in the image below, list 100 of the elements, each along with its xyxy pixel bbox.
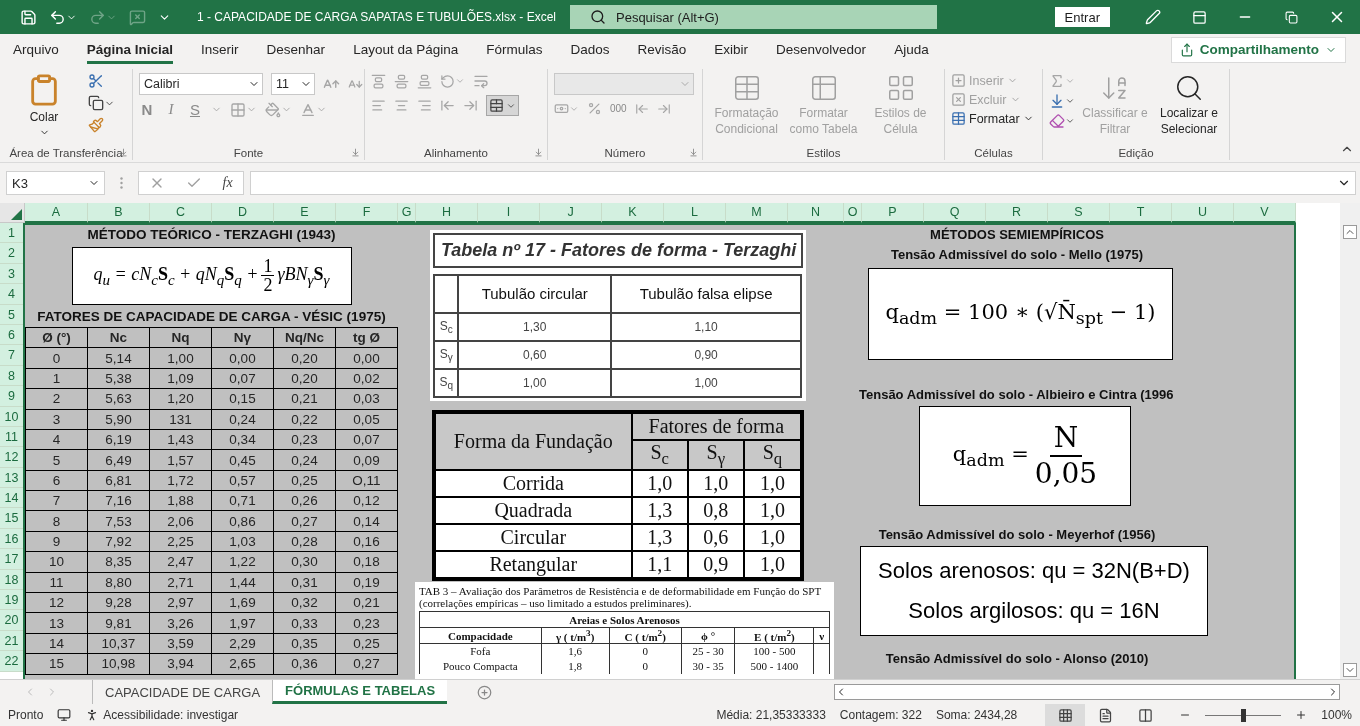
decimal-decrease-icon[interactable] — [656, 101, 671, 116]
align-top-icon[interactable] — [371, 73, 386, 89]
row-header[interactable]: 8 — [0, 365, 23, 387]
column-header[interactable]: J — [540, 203, 602, 223]
comment-icon[interactable] — [129, 8, 146, 26]
menu-tab[interactable]: Inserir — [201, 35, 239, 64]
thousands-button[interactable]: 000 — [610, 103, 627, 114]
dialog-launcher-icon[interactable] — [689, 148, 698, 157]
column-header[interactable]: D — [212, 203, 274, 223]
row-header[interactable]: 1 — [0, 223, 23, 244]
dialog-launcher-icon[interactable] — [534, 148, 543, 157]
row-header[interactable]: 15 — [0, 508, 23, 529]
percent-icon[interactable] — [587, 101, 602, 116]
row-header[interactable]: 11 — [0, 426, 23, 448]
format-painter-icon[interactable] — [88, 117, 104, 133]
column-header[interactable]: K — [602, 203, 664, 223]
column-header[interactable]: S — [1048, 203, 1110, 223]
formula-input[interactable] — [250, 171, 1356, 195]
page-layout-icon[interactable] — [1097, 707, 1113, 723]
align-right-icon[interactable] — [417, 98, 432, 113]
sheet-tab[interactable]: FÓRMULAS E TABELAS — [272, 680, 448, 704]
column-header[interactable]: N — [788, 203, 844, 223]
column-header[interactable]: E — [274, 203, 336, 223]
row-header[interactable]: 10 — [0, 406, 23, 427]
dialog-launcher-icon[interactable] — [351, 148, 360, 157]
font-name-field[interactable]: Calibri — [139, 73, 263, 95]
row-header[interactable]: 9 — [0, 386, 23, 407]
menu-tab[interactable]: Desenhar — [266, 35, 326, 64]
row-header[interactable]: 20 — [0, 610, 23, 631]
column-header[interactable]: L — [664, 203, 726, 223]
align-middle-icon[interactable] — [394, 73, 409, 89]
row-header[interactable]: 7 — [0, 345, 23, 366]
align-left-icon[interactable] — [371, 98, 386, 113]
column-header[interactable]: C — [150, 203, 212, 223]
borders-icon[interactable] — [230, 101, 246, 118]
normal-view-icon[interactable] — [1057, 707, 1073, 723]
macro-icon[interactable] — [57, 708, 72, 722]
column-header[interactable]: F — [336, 203, 398, 223]
row-header[interactable]: 12 — [0, 447, 23, 468]
row-header[interactable]: 21 — [0, 630, 23, 652]
menu-tab[interactable]: Desenvolvedor — [776, 35, 867, 64]
accounting-icon[interactable] — [554, 101, 569, 116]
row-header[interactable]: 14 — [0, 488, 23, 509]
menu-tab[interactable]: Arquivo — [13, 35, 59, 64]
insert-function-button[interactable]: fx — [222, 175, 233, 191]
align-center-icon[interactable] — [394, 98, 409, 113]
row-header[interactable]: 4 — [0, 284, 23, 305]
caret-icon[interactable] — [455, 76, 465, 86]
zoom-thumb[interactable] — [1241, 708, 1247, 722]
row-header[interactable]: 18 — [0, 569, 23, 591]
menu-tab[interactable]: Página Inicial — [86, 35, 174, 64]
zoom-in-icon[interactable] — [1295, 709, 1308, 721]
view-button[interactable] — [1045, 704, 1086, 726]
font-color-icon[interactable] — [300, 101, 316, 118]
save-icon[interactable] — [20, 8, 37, 26]
fill-color-icon[interactable] — [265, 101, 281, 118]
menu-tab[interactable]: Fórmulas — [486, 35, 543, 64]
row-header[interactable]: 5 — [0, 304, 23, 325]
merge-button[interactable] — [486, 95, 519, 116]
row-header[interactable]: 19 — [0, 590, 23, 611]
column-header[interactable]: G — [398, 203, 416, 223]
column-header[interactable]: B — [88, 203, 150, 223]
menu-tab[interactable]: Exibir — [714, 35, 749, 64]
row-header[interactable]: 2 — [0, 243, 23, 264]
ribbon-display-icon[interactable] — [1191, 9, 1207, 25]
column-header[interactable]: U — [1172, 203, 1234, 223]
copy-icon[interactable] — [88, 95, 104, 111]
paste-button[interactable]: Colar — [6, 73, 82, 138]
row-header[interactable]: 13 — [0, 467, 23, 489]
column-header[interactable]: V — [1234, 203, 1296, 223]
row-header[interactable]: 6 — [0, 324, 23, 346]
fill-icon[interactable] — [1049, 93, 1065, 109]
decimal-increase-icon[interactable] — [634, 101, 649, 116]
row-header[interactable]: 16 — [0, 528, 23, 550]
column-header[interactable]: O — [844, 203, 862, 223]
menu-tab[interactable]: Dados — [570, 35, 610, 64]
column-header[interactable]: H — [416, 203, 478, 223]
underline-button[interactable]: S — [187, 101, 203, 118]
column-header[interactable]: T — [1110, 203, 1172, 223]
editing-button[interactable]: Localizar e Selecionar — [1155, 73, 1223, 137]
font-size-field[interactable]: 11 — [271, 73, 315, 95]
share-button[interactable]: Compartilhamento — [1170, 36, 1346, 63]
add-sheet-icon[interactable] — [477, 684, 493, 700]
orientation-icon[interactable] — [440, 73, 455, 89]
increase-indent-icon[interactable] — [463, 98, 478, 113]
name-box[interactable]: K3 — [6, 171, 105, 195]
column-header[interactable]: Q — [924, 203, 986, 223]
undo-icon[interactable] — [49, 8, 66, 26]
column-header[interactable]: P — [862, 203, 924, 223]
pen-icon[interactable] — [1145, 9, 1161, 25]
menu-tab[interactable]: Revisão — [637, 35, 687, 64]
row-header[interactable]: 3 — [0, 263, 23, 285]
cells-button[interactable]: Formatar — [951, 111, 1034, 126]
row-header[interactable]: 22 — [0, 651, 23, 672]
menu-tab[interactable]: Ajuda — [894, 35, 929, 64]
page-break-icon[interactable] — [1137, 707, 1153, 723]
row-header[interactable]: 17 — [0, 549, 23, 570]
cut-icon[interactable] — [88, 73, 104, 89]
decrease-indent-icon[interactable] — [440, 98, 455, 113]
align-bottom-icon[interactable] — [417, 73, 432, 89]
